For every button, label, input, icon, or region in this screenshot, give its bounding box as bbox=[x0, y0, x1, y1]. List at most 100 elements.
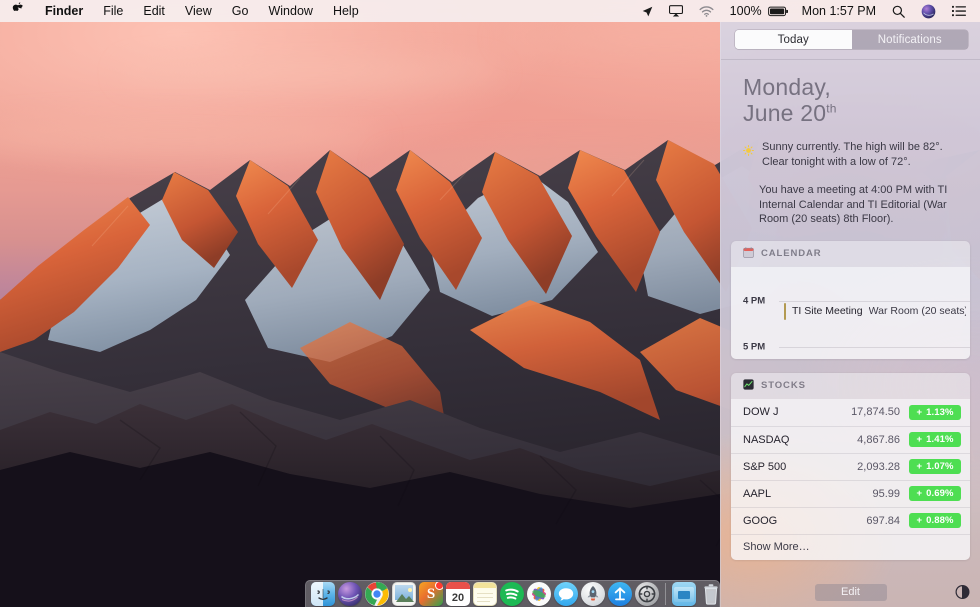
stock-symbol: AAPL bbox=[743, 488, 771, 500]
meeting-summary-text: You have a meeting at 4:00 PM with TI In… bbox=[759, 183, 964, 227]
stocks-widget-header: STOCKS bbox=[731, 373, 970, 399]
meeting-summary-row: You have a meeting at 4:00 PM with TI In… bbox=[721, 169, 980, 227]
segmented-control[interactable]: Today Notifications bbox=[735, 30, 968, 49]
dock-item-preview[interactable] bbox=[392, 582, 416, 606]
table-row[interactable]: GOOG 697.84 + 0.88% bbox=[731, 507, 970, 534]
dock-item-photos[interactable] bbox=[527, 582, 551, 606]
stocks-widget-body: DOW J 17,874.50 + 1.13% NASDAQ 4,867.86 … bbox=[731, 399, 970, 560]
weather-summary-row: Sunny currently. The high will be 82°. C… bbox=[721, 128, 980, 169]
calendar-hour-label: 4 PM bbox=[743, 295, 765, 306]
calendar-event-location: War Room (20 seats) 8t… bbox=[869, 305, 966, 317]
calendar-event-color-bar bbox=[784, 303, 786, 320]
do-not-disturb-icon[interactable] bbox=[955, 585, 970, 600]
dock-separator bbox=[665, 583, 666, 605]
calendar-event[interactable]: TI Site Meeting War Room (20 seats) 8t… bbox=[784, 303, 966, 320]
calendar-widget-body: 4 PM TI Site Meeting War Room (20 seats)… bbox=[731, 267, 970, 359]
menu-item-window[interactable]: Window bbox=[258, 0, 322, 22]
notification-center-footer: Edit bbox=[721, 577, 980, 607]
menu-bar-left: Finder File Edit View Go Window Help bbox=[0, 0, 369, 22]
stock-value: 17,874.50 bbox=[851, 406, 909, 418]
stock-value: 4,867.86 bbox=[857, 434, 909, 446]
calendar-icon bbox=[743, 247, 754, 261]
date-day-text: June 20 bbox=[743, 100, 826, 126]
stock-value: 2,093.28 bbox=[857, 461, 909, 473]
tab-notifications[interactable]: Notifications bbox=[852, 30, 969, 49]
spotlight-search-icon[interactable] bbox=[884, 0, 913, 22]
dock-item-downloads-folder[interactable] bbox=[672, 582, 696, 606]
date-weekday: Monday, bbox=[743, 74, 980, 100]
notification-center-panel[interactable]: Today Notifications Monday, June 20th bbox=[720, 22, 980, 607]
stocks-show-more-button[interactable]: Show More… bbox=[731, 534, 970, 560]
date-day-suffix: th bbox=[826, 101, 836, 115]
battery-percent[interactable]: 100% bbox=[722, 4, 766, 18]
calendar-day-number: 20 bbox=[446, 589, 470, 606]
dock-badge bbox=[435, 582, 443, 590]
notification-center-icon[interactable] bbox=[944, 0, 974, 22]
wifi-icon[interactable] bbox=[691, 0, 722, 22]
weather-summary-text: Sunny currently. The high will be 82°. C… bbox=[762, 140, 964, 169]
stock-change-sign: + bbox=[916, 434, 922, 445]
dock-item-spotify[interactable] bbox=[500, 582, 524, 606]
stocks-widget[interactable]: STOCKS DOW J 17,874.50 + 1.13% NASDAQ 4,… bbox=[731, 373, 970, 560]
dock-item-chrome[interactable] bbox=[365, 582, 389, 606]
menu-item-view[interactable]: View bbox=[175, 0, 222, 22]
status-badge: + 0.69% bbox=[909, 486, 961, 501]
stock-symbol: NASDAQ bbox=[743, 434, 789, 446]
calendar-widget-title: CALENDAR bbox=[761, 248, 822, 259]
tab-today[interactable]: Today bbox=[735, 30, 852, 49]
calendar-widget-header: CALENDAR bbox=[731, 241, 970, 267]
dock-item-app-store[interactable] bbox=[608, 582, 632, 606]
menu-item-finder[interactable]: Finder bbox=[35, 0, 93, 22]
status-badge: + 1.07% bbox=[909, 459, 961, 474]
status-badge: + 1.41% bbox=[909, 432, 961, 447]
calendar-hour-line bbox=[779, 347, 970, 348]
dock[interactable]: S 20 bbox=[305, 580, 720, 607]
calendar-widget[interactable]: CALENDAR 4 PM TI Site Meeting War Room (… bbox=[731, 241, 970, 359]
date-month-day: June 20th bbox=[743, 100, 980, 126]
stock-symbol: S&P 500 bbox=[743, 461, 786, 473]
table-row[interactable]: DOW J 17,874.50 + 1.13% bbox=[731, 399, 970, 426]
dock-item-messages[interactable] bbox=[554, 582, 578, 606]
dock-item-system-preferences[interactable] bbox=[635, 582, 659, 606]
today-date-header: Monday, June 20th bbox=[721, 60, 980, 128]
menu-item-file[interactable]: File bbox=[93, 0, 133, 22]
apple-menu-icon[interactable] bbox=[0, 0, 35, 22]
status-badge: + 1.13% bbox=[909, 405, 961, 420]
calendar-hour-label: 5 PM bbox=[743, 341, 765, 352]
battery-icon[interactable] bbox=[766, 0, 794, 22]
stock-change-sign: + bbox=[916, 488, 922, 499]
dock-item-siri[interactable] bbox=[338, 582, 362, 606]
dock-item-finder[interactable] bbox=[311, 582, 335, 606]
sun-icon bbox=[743, 140, 754, 161]
siri-icon[interactable] bbox=[913, 0, 944, 22]
menu-bar[interactable]: Finder File Edit View Go Window Help bbox=[0, 0, 980, 22]
table-row[interactable]: NASDAQ 4,867.86 + 1.41% bbox=[731, 426, 970, 453]
stock-change-sign: + bbox=[916, 407, 922, 418]
menu-item-edit[interactable]: Edit bbox=[133, 0, 175, 22]
dock-item-launchpad[interactable] bbox=[581, 582, 605, 606]
stock-symbol: GOOG bbox=[743, 515, 777, 527]
edit-button[interactable]: Edit bbox=[815, 584, 887, 601]
calendar-hour-line bbox=[779, 301, 970, 302]
dock-item-notes[interactable] bbox=[473, 582, 497, 606]
dock-item-calendar[interactable]: 20 bbox=[446, 582, 470, 606]
menu-item-go[interactable]: Go bbox=[222, 0, 259, 22]
table-row[interactable]: S&P 500 2,093.28 + 1.07% bbox=[731, 453, 970, 480]
today-view-scroll[interactable]: Monday, June 20th Sunny curr bbox=[721, 60, 980, 577]
notification-center-tabs: Today Notifications bbox=[721, 22, 980, 49]
stock-symbol: DOW J bbox=[743, 406, 778, 418]
dock-item-sublime-text[interactable]: S bbox=[419, 582, 443, 606]
calendar-event-title: TI Site Meeting bbox=[792, 305, 863, 317]
airplay-icon[interactable] bbox=[661, 0, 691, 22]
stock-value: 697.84 bbox=[866, 515, 909, 527]
menu-item-help[interactable]: Help bbox=[323, 0, 369, 22]
stock-change-sign: + bbox=[916, 515, 922, 526]
stock-change-sign: + bbox=[916, 461, 922, 472]
location-arrow-icon[interactable] bbox=[634, 0, 661, 22]
stock-change-value: 1.07% bbox=[926, 461, 953, 472]
menu-bar-clock[interactable]: Mon 1:57 PM bbox=[794, 4, 884, 18]
stocks-widget-title: STOCKS bbox=[761, 380, 806, 391]
stock-change-value: 1.41% bbox=[926, 434, 953, 445]
calendar-timeline[interactable]: 4 PM TI Site Meeting War Room (20 seats)… bbox=[731, 267, 970, 359]
table-row[interactable]: AAPL 95.99 + 0.69% bbox=[731, 480, 970, 507]
